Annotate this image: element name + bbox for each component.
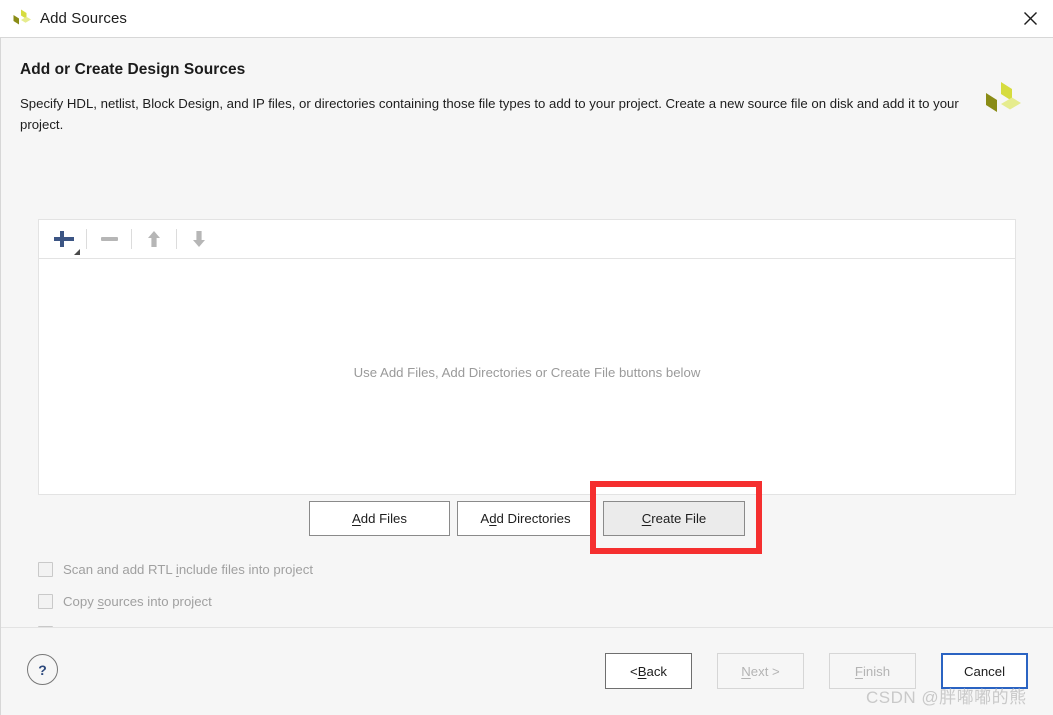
window-title: Add Sources bbox=[40, 10, 127, 27]
empty-list-hint: Use Add Files, Add Directories or Create… bbox=[353, 365, 701, 380]
option-label: Scan and add RTL include files into proj… bbox=[63, 561, 313, 577]
arrow-up-icon bbox=[148, 231, 160, 247]
move-down-button[interactable] bbox=[182, 224, 216, 254]
vivado-logo-icon bbox=[981, 80, 1021, 124]
source-action-buttons: Add Files Add Directories Create File bbox=[1, 501, 1053, 537]
arrow-down-icon bbox=[193, 231, 205, 247]
toolbar-separator bbox=[86, 229, 87, 249]
add-sources-dialog: Add Sources Add or Create Design Sources… bbox=[0, 0, 1053, 715]
finish-button[interactable]: Finish bbox=[829, 653, 916, 689]
option-scan-rtl-include[interactable]: Scan and add RTL include files into proj… bbox=[38, 553, 313, 585]
page-title: Add or Create Design Sources bbox=[20, 61, 246, 78]
next-button[interactable]: Next > bbox=[717, 653, 804, 689]
option-copy-sources[interactable]: Copy sources into project bbox=[38, 585, 313, 617]
back-button[interactable]: < Back bbox=[605, 653, 692, 689]
cancel-button[interactable]: Cancel bbox=[941, 653, 1028, 689]
sources-list[interactable]: Use Add Files, Add Directories or Create… bbox=[39, 259, 1015, 494]
vivado-logo-icon bbox=[10, 8, 32, 30]
plus-icon bbox=[52, 227, 80, 255]
add-button[interactable] bbox=[47, 224, 81, 255]
title-bar: Add Sources bbox=[0, 0, 1053, 38]
sources-toolbar bbox=[39, 220, 1015, 259]
remove-button[interactable] bbox=[92, 224, 126, 254]
move-up-button[interactable] bbox=[137, 224, 171, 254]
checkbox-icon[interactable] bbox=[38, 561, 53, 577]
minus-icon bbox=[100, 237, 118, 241]
help-button[interactable]: ? bbox=[27, 654, 58, 685]
checkbox-icon[interactable] bbox=[38, 593, 53, 609]
dialog-content: Add or Create Design Sources Specify HDL… bbox=[1, 38, 1053, 641]
sources-panel: Use Add Files, Add Directories or Create… bbox=[38, 219, 1016, 495]
toolbar-separator bbox=[176, 229, 177, 249]
header-block: Add or Create Design Sources Specify HDL… bbox=[20, 61, 980, 135]
toolbar-separator bbox=[131, 229, 132, 249]
add-files-button[interactable]: Add Files bbox=[309, 501, 450, 536]
create-file-button[interactable]: Create File bbox=[603, 501, 745, 536]
option-label: Copy sources into project bbox=[63, 593, 212, 609]
add-directories-button[interactable]: Add Directories bbox=[457, 501, 594, 536]
page-description: Specify HDL, netlist, Block Design, and … bbox=[20, 96, 959, 132]
close-icon[interactable] bbox=[1007, 0, 1053, 37]
